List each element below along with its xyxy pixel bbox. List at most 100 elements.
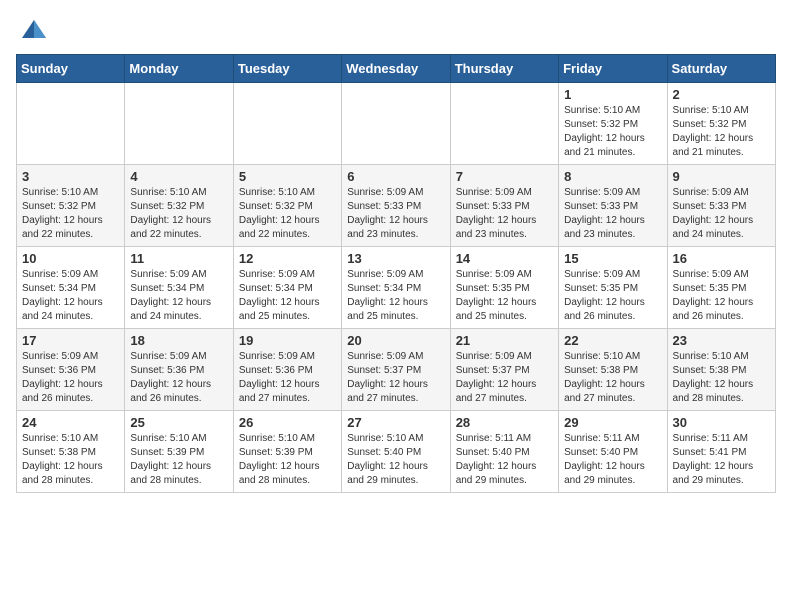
day-info: Sunrise: 5:09 AM Sunset: 5:36 PM Dayligh…: [130, 350, 227, 406]
day-info: Sunrise: 5:09 AM Sunset: 5:33 PM Dayligh…: [347, 186, 444, 242]
day-info: Sunrise: 5:09 AM Sunset: 5:36 PM Dayligh…: [22, 350, 119, 406]
page-header: [16, 16, 776, 44]
calendar-cell: 27 Sunrise: 5:10 AM Sunset: 5:40 PM Dayli…: [342, 411, 450, 493]
day-of-week-header: Wednesday: [342, 55, 450, 83]
calendar-week-row: 24Sunrise: 5:10 AM Sunset: 5:38 PM Dayli…: [17, 411, 776, 493]
calendar-cell: 8 Sunrise: 5:09 AM Sunset: 5:33 PM Daylig…: [559, 165, 667, 247]
day-of-week-header: Saturday: [667, 55, 775, 83]
day-info: Sunrise: 5:10 AM Sunset: 5:32 PM Dayligh…: [22, 186, 119, 242]
day-number: 10: [22, 251, 119, 266]
day-number: 23: [673, 333, 770, 348]
calendar-cell: 15 Sunrise: 5:09 AM Sunset: 5:35 PM Dayli…: [559, 247, 667, 329]
day-number: 12: [239, 251, 336, 266]
calendar-header-row: SundayMondayTuesdayWednesdayThursdayFrid…: [17, 55, 776, 83]
calendar-cell: 18 Sunrise: 5:09 AM Sunset: 5:36 PM Dayli…: [125, 329, 233, 411]
day-info: Sunrise: 5:09 AM Sunset: 5:36 PM Dayligh…: [239, 350, 336, 406]
calendar-cell: 30 Sunrise: 5:11 AM Sunset: 5:41 PM Dayli…: [667, 411, 775, 493]
day-number: 29: [564, 415, 661, 430]
day-number: 22: [564, 333, 661, 348]
day-number: 2: [673, 87, 770, 102]
calendar-cell: 22 Sunrise: 5:10 AM Sunset: 5:38 PM Dayli…: [559, 329, 667, 411]
day-number: 18: [130, 333, 227, 348]
calendar-cell: 6 Sunrise: 5:09 AM Sunset: 5:33 PM Daylig…: [342, 165, 450, 247]
day-info: Sunrise: 5:09 AM Sunset: 5:34 PM Dayligh…: [239, 268, 336, 324]
day-of-week-header: Monday: [125, 55, 233, 83]
day-info: Sunrise: 5:11 AM Sunset: 5:40 PM Dayligh…: [564, 432, 661, 488]
day-number: 4: [130, 169, 227, 184]
day-number: 11: [130, 251, 227, 266]
calendar-cell: 23 Sunrise: 5:10 AM Sunset: 5:38 PM Dayli…: [667, 329, 775, 411]
logo-icon: [20, 16, 48, 44]
day-info: Sunrise: 5:10 AM Sunset: 5:32 PM Dayligh…: [239, 186, 336, 242]
calendar-cell: 14 Sunrise: 5:09 AM Sunset: 5:35 PM Dayli…: [450, 247, 558, 329]
calendar-cell: 24Sunrise: 5:10 AM Sunset: 5:38 PM Dayli…: [17, 411, 125, 493]
logo: [16, 16, 48, 44]
day-info: Sunrise: 5:10 AM Sunset: 5:38 PM Dayligh…: [564, 350, 661, 406]
day-number: 21: [456, 333, 553, 348]
day-number: 9: [673, 169, 770, 184]
calendar-cell: 29 Sunrise: 5:11 AM Sunset: 5:40 PM Dayli…: [559, 411, 667, 493]
day-number: 1: [564, 87, 661, 102]
day-number: 28: [456, 415, 553, 430]
calendar-cell: 12 Sunrise: 5:09 AM Sunset: 5:34 PM Dayli…: [233, 247, 341, 329]
day-info: Sunrise: 5:09 AM Sunset: 5:35 PM Dayligh…: [564, 268, 661, 324]
day-number: 15: [564, 251, 661, 266]
day-info: Sunrise: 5:10 AM Sunset: 5:40 PM Dayligh…: [347, 432, 444, 488]
day-info: Sunrise: 5:09 AM Sunset: 5:33 PM Dayligh…: [673, 186, 770, 242]
day-number: 30: [673, 415, 770, 430]
day-info: Sunrise: 5:11 AM Sunset: 5:41 PM Dayligh…: [673, 432, 770, 488]
calendar-cell: [450, 83, 558, 165]
day-info: Sunrise: 5:09 AM Sunset: 5:34 PM Dayligh…: [130, 268, 227, 324]
calendar-week-row: 3 Sunrise: 5:10 AM Sunset: 5:32 PM Daylig…: [17, 165, 776, 247]
calendar-table: SundayMondayTuesdayWednesdayThursdayFrid…: [16, 54, 776, 493]
day-number: 8: [564, 169, 661, 184]
day-info: Sunrise: 5:10 AM Sunset: 5:38 PM Dayligh…: [673, 350, 770, 406]
day-info: Sunrise: 5:10 AM Sunset: 5:32 PM Dayligh…: [564, 104, 661, 160]
day-of-week-header: Tuesday: [233, 55, 341, 83]
day-number: 3: [22, 169, 119, 184]
day-info: Sunrise: 5:10 AM Sunset: 5:32 PM Dayligh…: [673, 104, 770, 160]
calendar-cell: 20Sunrise: 5:09 AM Sunset: 5:37 PM Dayli…: [342, 329, 450, 411]
calendar-cell: 16Sunrise: 5:09 AM Sunset: 5:35 PM Dayli…: [667, 247, 775, 329]
day-of-week-header: Sunday: [17, 55, 125, 83]
day-info: Sunrise: 5:10 AM Sunset: 5:32 PM Dayligh…: [130, 186, 227, 242]
day-info: Sunrise: 5:10 AM Sunset: 5:38 PM Dayligh…: [22, 432, 119, 488]
day-info: Sunrise: 5:09 AM Sunset: 5:37 PM Dayligh…: [456, 350, 553, 406]
calendar-cell: 10 Sunrise: 5:09 AM Sunset: 5:34 PM Dayli…: [17, 247, 125, 329]
calendar-cell: 19 Sunrise: 5:09 AM Sunset: 5:36 PM Dayli…: [233, 329, 341, 411]
day-info: Sunrise: 5:09 AM Sunset: 5:33 PM Dayligh…: [564, 186, 661, 242]
day-info: Sunrise: 5:09 AM Sunset: 5:34 PM Dayligh…: [347, 268, 444, 324]
day-of-week-header: Friday: [559, 55, 667, 83]
calendar-cell: [125, 83, 233, 165]
day-number: 16: [673, 251, 770, 266]
day-number: 27: [347, 415, 444, 430]
day-number: 19: [239, 333, 336, 348]
day-info: Sunrise: 5:09 AM Sunset: 5:33 PM Dayligh…: [456, 186, 553, 242]
calendar-cell: 26 Sunrise: 5:10 AM Sunset: 5:39 PM Dayli…: [233, 411, 341, 493]
calendar-week-row: 10 Sunrise: 5:09 AM Sunset: 5:34 PM Dayli…: [17, 247, 776, 329]
calendar-cell: 17Sunrise: 5:09 AM Sunset: 5:36 PM Dayli…: [17, 329, 125, 411]
calendar-cell: 11 Sunrise: 5:09 AM Sunset: 5:34 PM Dayli…: [125, 247, 233, 329]
day-number: 26: [239, 415, 336, 430]
day-info: Sunrise: 5:09 AM Sunset: 5:34 PM Dayligh…: [22, 268, 119, 324]
calendar-week-row: 1 Sunrise: 5:10 AM Sunset: 5:32 PM Daylig…: [17, 83, 776, 165]
day-number: 5: [239, 169, 336, 184]
calendar-week-row: 17Sunrise: 5:09 AM Sunset: 5:36 PM Dayli…: [17, 329, 776, 411]
day-number: 14: [456, 251, 553, 266]
day-number: 6: [347, 169, 444, 184]
calendar-cell: 5 Sunrise: 5:10 AM Sunset: 5:32 PM Daylig…: [233, 165, 341, 247]
calendar-cell: 9 Sunrise: 5:09 AM Sunset: 5:33 PM Daylig…: [667, 165, 775, 247]
day-info: Sunrise: 5:09 AM Sunset: 5:35 PM Dayligh…: [456, 268, 553, 324]
day-info: Sunrise: 5:10 AM Sunset: 5:39 PM Dayligh…: [130, 432, 227, 488]
calendar-cell: 28 Sunrise: 5:11 AM Sunset: 5:40 PM Dayli…: [450, 411, 558, 493]
day-info: Sunrise: 5:11 AM Sunset: 5:40 PM Dayligh…: [456, 432, 553, 488]
calendar-cell: 1 Sunrise: 5:10 AM Sunset: 5:32 PM Daylig…: [559, 83, 667, 165]
day-number: 13: [347, 251, 444, 266]
calendar-cell: [342, 83, 450, 165]
calendar-cell: 25Sunrise: 5:10 AM Sunset: 5:39 PM Dayli…: [125, 411, 233, 493]
calendar-cell: [233, 83, 341, 165]
calendar-cell: 4 Sunrise: 5:10 AM Sunset: 5:32 PM Daylig…: [125, 165, 233, 247]
day-info: Sunrise: 5:10 AM Sunset: 5:39 PM Dayligh…: [239, 432, 336, 488]
calendar-cell: 2 Sunrise: 5:10 AM Sunset: 5:32 PM Daylig…: [667, 83, 775, 165]
calendar-cell: 7Sunrise: 5:09 AM Sunset: 5:33 PM Daylig…: [450, 165, 558, 247]
